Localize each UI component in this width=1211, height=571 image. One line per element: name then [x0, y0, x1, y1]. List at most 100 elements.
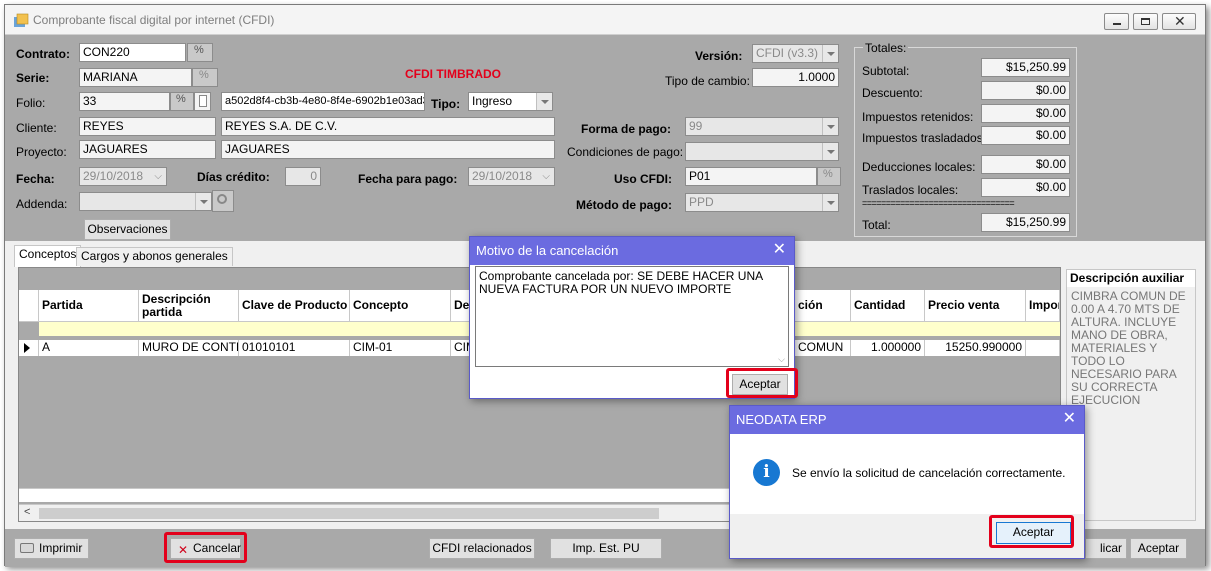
minimize-button[interactable] [1104, 13, 1129, 30]
col-header-unidad[interactable]: ción [795, 290, 851, 322]
link-icon: % [823, 168, 833, 180]
folio-document-button[interactable] [194, 92, 211, 111]
scroll-thumb[interactable] [39, 508, 659, 519]
version-label: Versión: [695, 49, 743, 63]
proyecto-code-input[interactable]: JAGUARES [79, 140, 216, 159]
contrato-search-button[interactable]: % [187, 43, 213, 62]
close-icon[interactable]: ✕ [1063, 411, 1076, 427]
title-bar: Comprobante fiscal digital por internet … [5, 5, 1205, 35]
close-window-button[interactable]: ✕ [1162, 13, 1196, 30]
maximize-button[interactable] [1133, 13, 1158, 30]
folio-input[interactable]: 33 [79, 92, 170, 111]
metodo-pago-value: PPD [689, 195, 714, 209]
cfdi-relacionados-button[interactable]: CFDI relacionados [429, 538, 535, 559]
deducciones-locales-value: $0.00 [981, 155, 1070, 174]
addenda-search-button[interactable] [212, 190, 234, 212]
fecha-value: 29/10/2018 [83, 169, 144, 183]
folio-search-button[interactable]: % [170, 92, 194, 111]
dias-credito-input[interactable]: 0 [285, 167, 321, 186]
message-dialog-accept-highlight [989, 515, 1074, 548]
col-header-partida[interactable]: Partida [39, 290, 139, 322]
serie-search-button[interactable]: % [192, 68, 218, 87]
info-icon: i [753, 459, 780, 486]
metodo-pago-label: Método de pago: [576, 198, 672, 212]
impuestos-retenidos-label: Impuestos retenidos: [862, 110, 974, 124]
condiciones-select[interactable] [685, 142, 839, 161]
cancelar-highlight [164, 532, 247, 563]
version-select[interactable]: CFDI (v3.3) [752, 44, 839, 63]
col-header-concepto[interactable]: Concepto [350, 290, 451, 322]
aux-scrollbar[interactable] [1197, 269, 1203, 521]
cell-concepto[interactable]: CIM-01 [350, 340, 451, 356]
link-icon: % [199, 69, 209, 81]
dias-credito-label: Días crédito: [197, 170, 270, 184]
uso-cfdi-search-button[interactable]: % [817, 167, 841, 186]
tipo-select[interactable]: Ingreso [468, 92, 553, 111]
col-header-importe[interactable]: Impor [1026, 290, 1060, 322]
aceptar-main-button[interactable]: Aceptar [1130, 538, 1187, 559]
totals-group: Totales: Subtotal: $15,250.99 Descuento:… [854, 41, 1077, 237]
link-icon: % [176, 93, 186, 105]
cell-importe[interactable] [1026, 340, 1060, 356]
uuid-field[interactable]: a502d8f4-cb3b-4e80-8f4e-6902b1e03ad3 [221, 92, 425, 111]
condiciones-label: Condiciones de pago: [567, 145, 684, 159]
impuestos-trasladados-label: Impuestos trasladados: [862, 131, 987, 145]
forma-pago-label: Forma de pago: [581, 122, 672, 136]
chevron-down-icon [822, 45, 838, 62]
imprimir-button[interactable]: Imprimir [14, 538, 89, 559]
metodo-pago-select[interactable]: PPD [685, 193, 839, 212]
imprimir-label: Imprimir [39, 541, 83, 555]
cell-descripcion[interactable]: MURO DE CONTE [139, 340, 239, 356]
cell-cantidad[interactable]: 1.000000 [851, 340, 925, 356]
cancel-reason-text: Comprobante cancelada por: SE DEBE HACER… [479, 269, 763, 296]
subtotal-label: Subtotal: [862, 64, 910, 78]
observaciones-button[interactable]: Observaciones [84, 219, 171, 240]
col-header-precio[interactable]: Precio venta [925, 290, 1026, 322]
totals-legend: Totales: [863, 41, 909, 55]
scroll-left-icon: < [24, 506, 31, 518]
cancel-reason-textarea[interactable]: Comprobante cancelada por: SE DEBE HACER… [475, 266, 789, 367]
close-icon: ✕ [1174, 13, 1186, 29]
impuestos-retenidos-value: $0.00 [981, 104, 1070, 123]
chevron-down-icon [195, 193, 211, 210]
search-icon [217, 194, 227, 204]
col-header-cantidad[interactable]: Cantidad [851, 290, 925, 322]
chevron-down-icon [822, 118, 838, 135]
filter-row[interactable] [39, 322, 481, 336]
cliente-code-input[interactable]: REYES [79, 117, 216, 136]
serie-input[interactable]: MARIANA [79, 68, 192, 87]
close-icon[interactable]: ✕ [773, 242, 786, 258]
filter-row-2[interactable] [795, 322, 1060, 336]
fecha-pago-value: 29/10/2018 [472, 169, 533, 183]
fecha-pago-picker[interactable]: 29/10/2018 ⌵ [468, 167, 555, 186]
addenda-select[interactable] [79, 192, 212, 211]
cliente-label: Cliente: [16, 121, 57, 135]
cell-precio[interactable]: 15250.990000 [925, 340, 1026, 356]
chevron-down-icon: ⌵ [542, 171, 550, 182]
cell-unidad[interactable]: COMUN [795, 340, 851, 356]
tipo-select-value: Ingreso [472, 94, 513, 108]
forma-pago-select[interactable]: 99 [685, 117, 839, 136]
traslados-locales-label: Traslados locales: [862, 183, 959, 197]
chevron-down-icon [822, 194, 838, 211]
fecha-picker[interactable]: 29/10/2018 ⌵ [79, 167, 167, 186]
col-header-descripcion[interactable]: Descripción partida [139, 290, 239, 322]
link-icon: % [194, 44, 204, 56]
cancel-dialog-title-bar: Motivo de la cancelación ✕ [470, 237, 794, 265]
cell-clave[interactable]: 01010101 [239, 340, 350, 356]
uso-cfdi-input[interactable]: P01 [685, 167, 817, 186]
row-selector[interactable] [19, 340, 39, 356]
tipo-cambio-input[interactable]: 1.0000 [752, 68, 839, 87]
contrato-input[interactable]: CON220 [79, 43, 186, 62]
aux-description-text: CIMBRA COMUN DE 0.00 A 4.70 MTS DE ALTUR… [1071, 289, 1186, 407]
tab-cargos-abonos[interactable]: Cargos y abonos generales [76, 247, 233, 266]
imp-est-pu-button[interactable]: Imp. Est. PU [550, 538, 662, 559]
tipo-label: Tipo: [431, 97, 461, 111]
aplicar-button[interactable]: licar [1085, 538, 1127, 559]
impuestos-trasladados-value: $0.00 [981, 126, 1070, 145]
cell-partida[interactable]: A [39, 340, 139, 356]
tab-conceptos[interactable]: Conceptos [14, 245, 82, 267]
proyecto-label: Proyecto: [16, 145, 67, 159]
maximize-icon [1141, 18, 1150, 25]
col-header-clave[interactable]: Clave de Producto [239, 290, 350, 322]
